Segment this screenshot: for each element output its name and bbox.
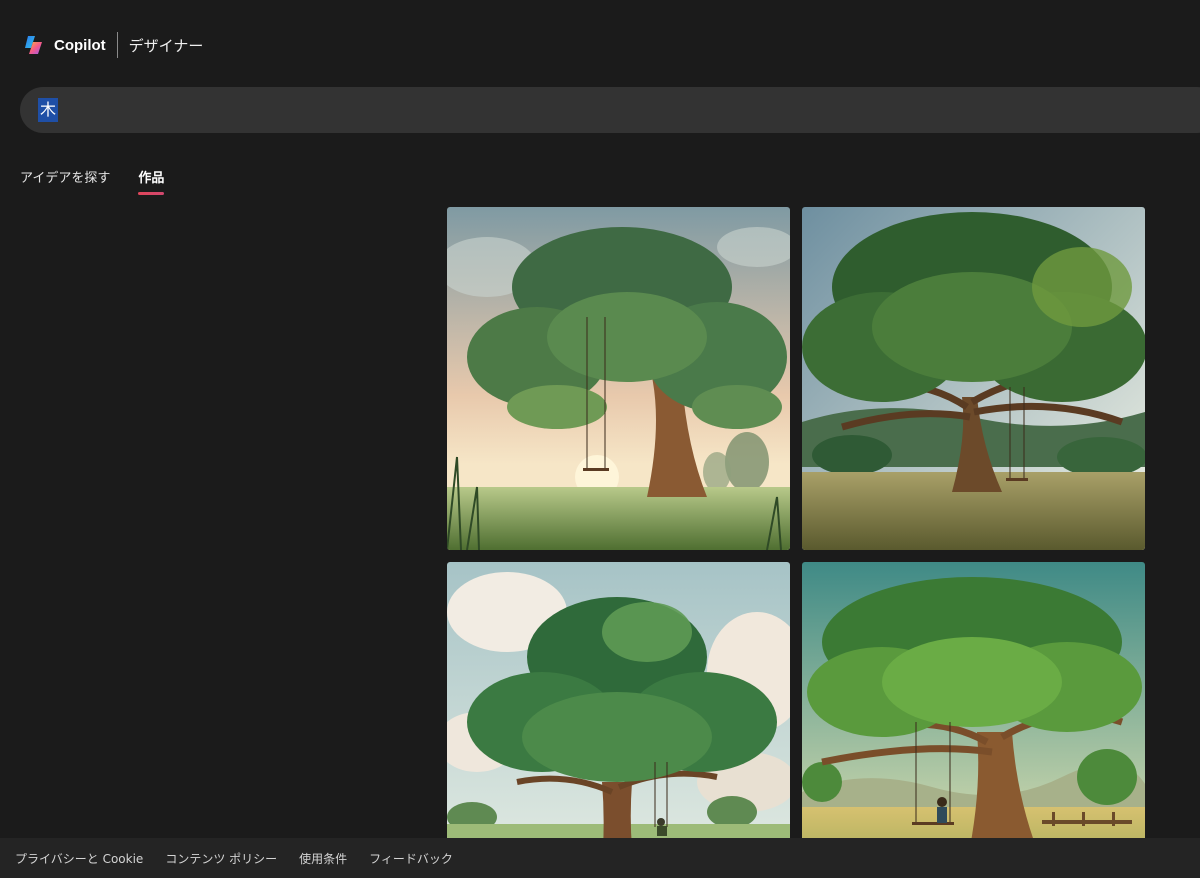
tab-my-creations[interactable]: 作品: [138, 167, 165, 195]
tree-image-4: [802, 562, 1145, 878]
prompt-input-value: 木: [38, 98, 59, 122]
generated-image-2[interactable]: [802, 207, 1145, 550]
footer-link-terms[interactable]: 使用条件: [299, 850, 347, 867]
footer-link-content-policy[interactable]: コンテンツ ポリシー: [165, 850, 277, 867]
product-name: デザイナー: [128, 36, 204, 55]
tab-explore-ideas[interactable]: アイデアを探す: [20, 167, 110, 195]
tree-image-3: [447, 562, 790, 878]
header-divider: [116, 32, 118, 58]
brand-name: Copilot: [54, 36, 106, 54]
tree-image-1: [447, 207, 790, 550]
generated-image-4[interactable]: [802, 562, 1145, 878]
footer-link-feedback[interactable]: フィードバック: [369, 850, 453, 867]
generated-image-1[interactable]: [447, 207, 790, 550]
page-footer: プライバシーと Cookie コンテンツ ポリシー 使用条件 フィードバック: [0, 838, 1200, 878]
generated-image-3[interactable]: [447, 562, 790, 878]
app-header: Copilot デザイナー: [22, 30, 203, 60]
prompt-search-bar[interactable]: [20, 87, 1200, 133]
footer-link-privacy[interactable]: プライバシーと Cookie: [15, 850, 143, 867]
tab-bar: アイデアを探す 作品: [20, 167, 192, 195]
copilot-logo-icon[interactable]: [22, 33, 46, 57]
prompt-input[interactable]: [39, 95, 1039, 125]
designer-page: Copilot デザイナー 木 アイデアを探す 作品 プライバシーと Cooki…: [0, 0, 1200, 878]
tree-image-2: [802, 207, 1145, 550]
